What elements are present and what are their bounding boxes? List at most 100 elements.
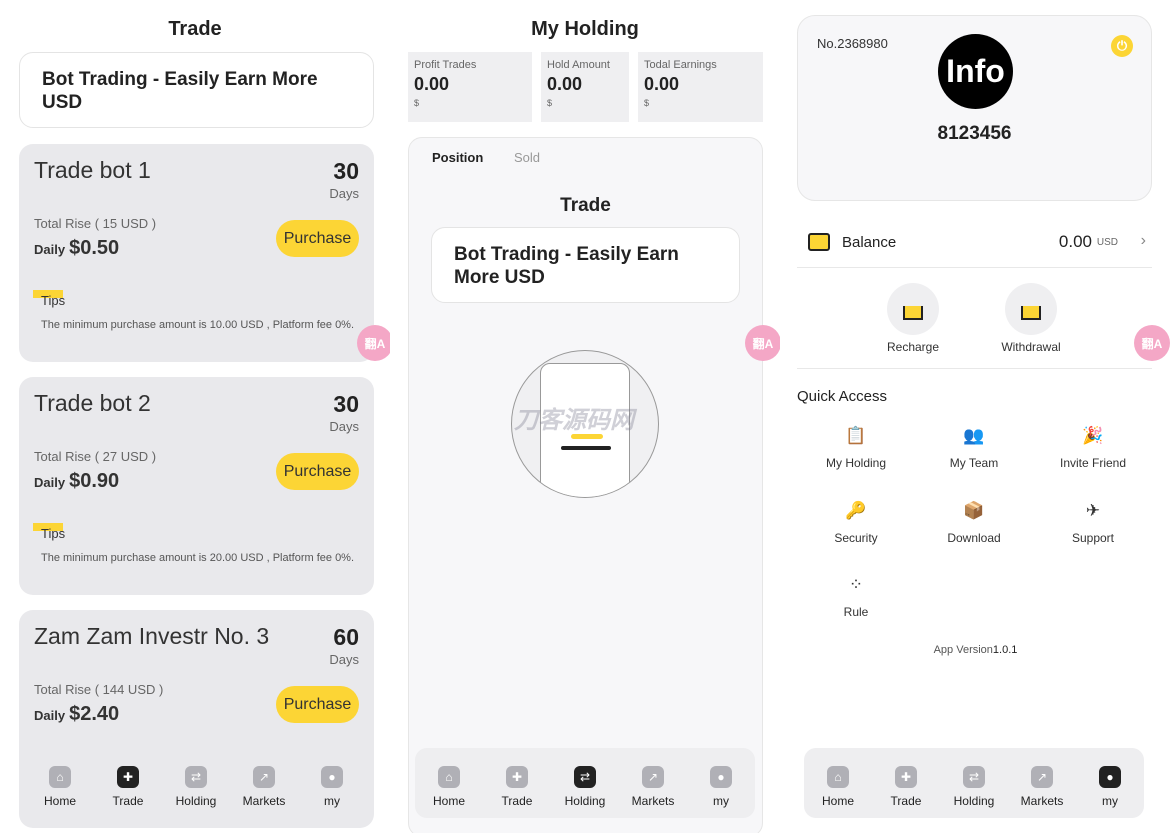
nav-my[interactable]: ● my (302, 766, 362, 808)
inner-title: Trade (560, 195, 611, 216)
team-icon: 👥 (963, 426, 985, 445)
nav-markets[interactable]: ↗ Markets (1012, 766, 1072, 808)
tab-sold[interactable]: Sold (514, 150, 540, 165)
inner-banner: Bot Trading - Easily Earn More USD (431, 227, 740, 303)
bot-name: Zam Zam Investr No. 3 (34, 623, 270, 649)
bottom-nav: ⌂ Home ✚ Trade ⇄ Holding ↗ Markets ● my (26, 748, 366, 818)
qa-invite-friend[interactable]: 🎉 Invite Friend (1043, 424, 1143, 470)
nav-my[interactable]: ● my (1080, 766, 1140, 808)
profile-card: No.2368980 Info 8123456 ⏻ (797, 15, 1152, 201)
user-number: No.2368980 (817, 36, 888, 51)
stat-hold-amount: Hold Amount 0.00 $ (541, 52, 629, 122)
user-icon: ● (710, 766, 732, 788)
bot-name: Trade bot 1 (34, 157, 151, 183)
nav-holding[interactable]: ⇄ Holding (555, 766, 615, 808)
holding-tabs-panel: Position Sold Trade Bot Trading - Easily… (408, 137, 763, 833)
chevron-right-icon: › (1140, 232, 1146, 249)
markets-icon: ↗ (1031, 766, 1053, 788)
qa-download[interactable]: 📦 Download (924, 499, 1024, 545)
nav-home[interactable]: ⌂ Home (419, 766, 479, 808)
withdrawal-button[interactable] (1005, 283, 1057, 335)
tips-label: Tips (41, 526, 66, 541)
daily-earning: Daily $2.40 (34, 703, 120, 725)
qa-support[interactable]: ✈ Support (1043, 499, 1143, 545)
balance-row[interactable]: Balance 0.00 USD › (797, 220, 1152, 268)
page-title: My Holding (531, 18, 639, 40)
bot-days: 30 (333, 391, 359, 417)
quick-access-title: Quick Access (797, 388, 888, 405)
nav-home[interactable]: ⌂ Home (30, 766, 90, 808)
translate-button[interactable]: 翻A (1134, 325, 1170, 361)
box-icon: 📦 (963, 501, 985, 520)
bot-days: 30 (333, 158, 359, 184)
nav-trade[interactable]: ✚ Trade (876, 766, 936, 808)
trade-banner: Bot Trading - Easily Earn More USD (19, 52, 374, 128)
markets-icon: ↗ (642, 766, 664, 788)
grid-icon: ⁘ (848, 575, 864, 594)
purchase-button[interactable]: Purchase (276, 220, 359, 257)
total-rise: Total Rise ( 144 USD ) (34, 682, 164, 697)
bottom-nav: ⌂ Home ✚ Trade ⇄ Holding ↗ Markets ● my (804, 748, 1144, 818)
bot-days: 60 (333, 624, 359, 650)
profile-panel: No.2368980 Info 8123456 ⏻ Balance 0.00 U… (780, 0, 1171, 833)
daily-earning: Daily $0.90 (34, 470, 120, 492)
balance-label: Balance (842, 234, 897, 251)
nav-markets[interactable]: ↗ Markets (234, 766, 294, 808)
nav-holding[interactable]: ⇄ Holding (944, 766, 1004, 808)
clipboard-icon: 📋 (845, 426, 867, 445)
trade-icon: ✚ (117, 766, 139, 788)
power-icon[interactable]: ⏻ (1111, 35, 1133, 57)
trade-icon: ✚ (895, 766, 917, 788)
recharge-button[interactable] (887, 283, 939, 335)
holding-icon: ⇄ (185, 766, 207, 788)
holding-panel: My Holding Profit Trades 0.00 $ Hold Amo… (390, 0, 780, 833)
balance-value: 0.00 (1058, 232, 1092, 251)
nav-trade[interactable]: ✚ Trade (487, 766, 547, 808)
tips-text: The minimum purchase amount is 10.00 USD… (41, 319, 355, 331)
holding-icon: ⇄ (574, 766, 596, 788)
days-label: Days (329, 652, 359, 667)
purchase-button[interactable]: Purchase (276, 453, 359, 490)
page-title: Trade (168, 18, 222, 40)
recharge-label: Recharge (886, 340, 940, 354)
qa-my-holding[interactable]: 📋 My Holding (806, 424, 906, 470)
trade-panel: Trade Bot Trading - Easily Earn More USD… (0, 0, 390, 833)
days-label: Days (329, 186, 359, 201)
home-icon: ⌂ (438, 766, 460, 788)
markets-icon: ↗ (253, 766, 275, 788)
home-icon: ⌂ (49, 766, 71, 788)
tab-position[interactable]: Position (432, 150, 483, 165)
total-rise: Total Rise ( 15 USD ) (34, 216, 157, 231)
qa-my-team[interactable]: 👥 My Team (924, 424, 1024, 470)
divider (797, 368, 1152, 369)
nav-holding[interactable]: ⇄ Holding (166, 766, 226, 808)
avatar[interactable]: Info (938, 34, 1013, 109)
daily-earning: Daily $0.50 (34, 237, 120, 259)
bottom-nav: ⌂ Home ✚ Trade ⇄ Holding ↗ Markets ● my (415, 748, 755, 818)
upload-tray-icon (1021, 306, 1041, 320)
stat-profit-trades: Profit Trades 0.00 $ (408, 52, 532, 122)
purchase-button[interactable]: Purchase (276, 686, 359, 723)
nav-markets[interactable]: ↗ Markets (623, 766, 683, 808)
paper-plane-icon: ✈ (1085, 501, 1101, 520)
stat-total-earnings: Todal Earnings 0.00 $ (638, 52, 763, 122)
nav-trade[interactable]: ✚ Trade (98, 766, 158, 808)
total-rise: Total Rise ( 27 USD ) (34, 449, 157, 464)
invite-icon: 🎉 (1082, 426, 1104, 445)
bot-name: Trade bot 2 (34, 390, 151, 416)
balance-unit: USD (1096, 237, 1118, 248)
download-tray-icon (903, 306, 923, 320)
qa-security[interactable]: 🔑 Security (806, 499, 906, 545)
withdrawal-label: Withdrawal (1001, 340, 1061, 354)
key-icon: 🔑 (845, 501, 867, 520)
tips-label: Tips (41, 293, 66, 308)
qa-rule[interactable]: ⁘ Rule (806, 573, 906, 619)
watermark: 刀客源码网 (514, 407, 634, 434)
bot-card: Trade bot 1 30 Days Total Rise ( 15 USD … (19, 144, 374, 362)
nav-home[interactable]: ⌂ Home (808, 766, 868, 808)
translate-button[interactable]: 翻A (357, 325, 390, 361)
tips-text: The minimum purchase amount is 20.00 USD… (41, 552, 355, 564)
home-icon: ⌂ (827, 766, 849, 788)
translate-button[interactable]: 翻A (745, 325, 780, 361)
nav-my[interactable]: ● my (691, 766, 751, 808)
